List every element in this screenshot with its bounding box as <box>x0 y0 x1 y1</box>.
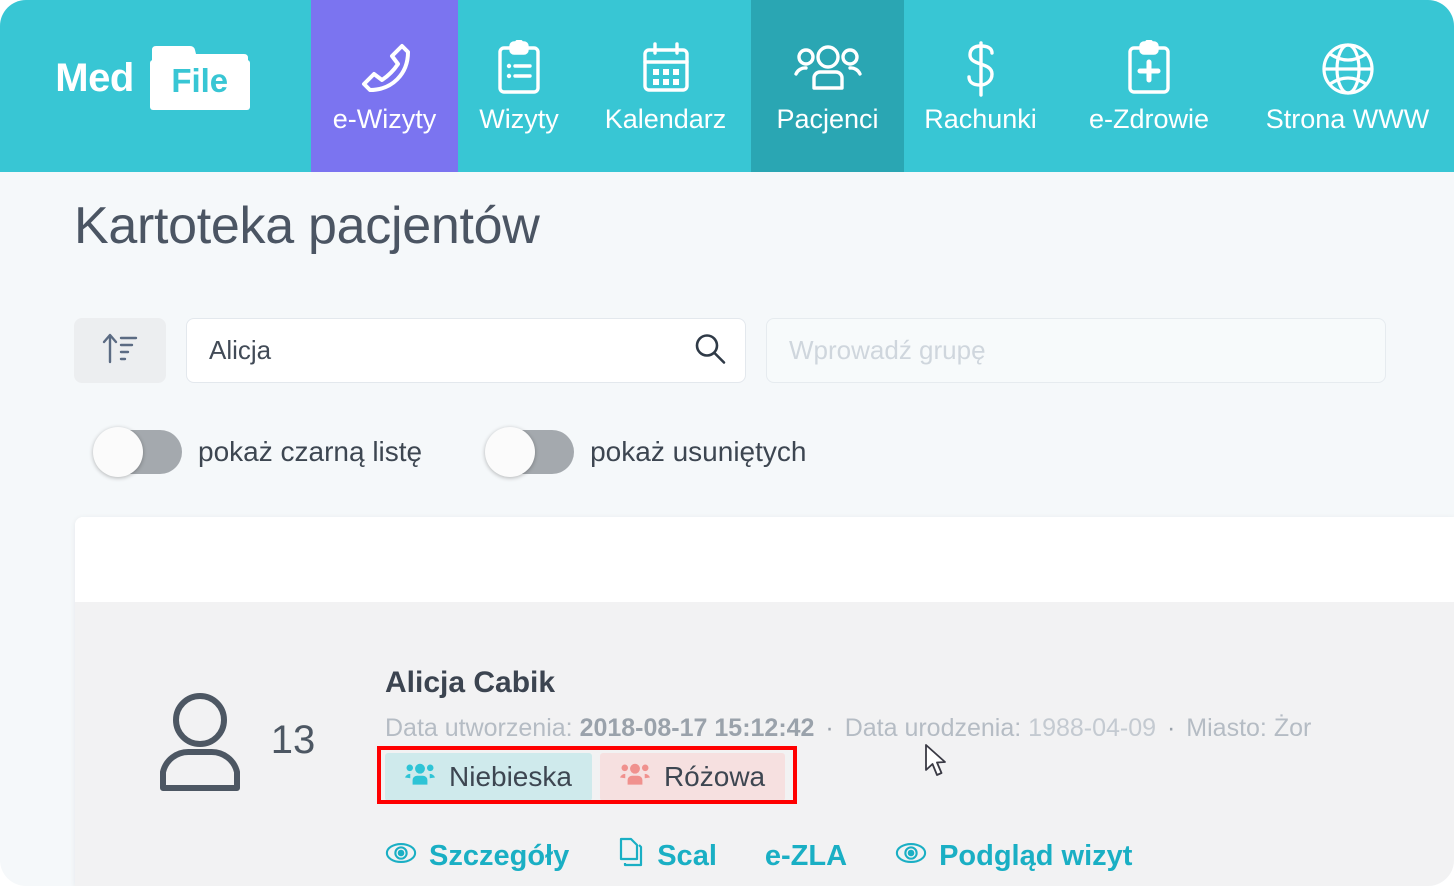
phone-call-icon <box>358 37 412 101</box>
clipboard-cross-icon <box>1124 37 1174 101</box>
patient-avatar-column: 13 <box>75 636 385 886</box>
toggle-deleted-label: pokaż usuniętych <box>590 436 807 467</box>
meta-separator: · <box>1167 714 1176 742</box>
action-label: Szczegóły <box>429 839 570 872</box>
search-field-wrapper[interactable] <box>186 318 746 383</box>
patient-list-item[interactable]: 13 Alicja Cabik Data utworzenia: 2018-08… <box>75 602 1454 886</box>
nav-label-e-zdrowie: e-Zdrowie <box>1088 104 1210 135</box>
meta-separator: · <box>825 714 834 742</box>
eye-icon <box>385 840 417 873</box>
filter-toolbar <box>74 318 1386 383</box>
toggle-deleted-switch[interactable] <box>485 427 575 477</box>
action-label: Podgląd wizyt <box>939 839 1133 872</box>
group-tag-label: Różowa <box>663 761 766 792</box>
toggle-knob <box>93 427 143 477</box>
group-tag-rozowa[interactable]: Różowa <box>599 753 786 801</box>
results-card-header <box>75 517 1454 602</box>
nav-label-e-wizyty: e-Wizyty <box>332 104 437 135</box>
patient-detail-column: Alicja Cabik Data utworzenia: 2018-08-17… <box>377 636 1454 886</box>
page-title: Kartoteka pacjentów <box>74 197 540 255</box>
brand-file-label: File <box>171 62 229 99</box>
top-navigation-bar: Med File e-Wizyty Wizyty Kalendarz Pacje… <box>0 0 1454 172</box>
patient-count: 13 <box>270 718 316 762</box>
nav-item-pacjenci[interactable]: Pacjenci <box>751 0 904 172</box>
toggle-blacklist-switch[interactable] <box>93 427 182 477</box>
city-label: Miasto: <box>1186 714 1267 742</box>
action-label: Scal <box>657 839 717 872</box>
nav-label-strona-www: Strona WWW <box>1265 104 1430 135</box>
dollar-icon <box>959 37 1003 101</box>
search-icon[interactable] <box>693 331 727 370</box>
nav-label-wizyty: Wizyty <box>479 104 559 135</box>
nav-item-e-zdrowie[interactable]: e-Zdrowie <box>1057 0 1241 172</box>
patient-group-tags: Niebieska Różowa <box>377 746 797 804</box>
user-avatar-icon <box>145 684 255 799</box>
app-window: Med File e-Wizyty Wizyty Kalendarz Pacje… <box>0 0 1454 886</box>
patient-meta-line: Data utworzenia: 2018-08-17 15:12:42 · D… <box>385 714 1454 743</box>
action-label: e-ZLA <box>764 839 848 872</box>
brand-file-badge: File <box>144 42 256 114</box>
copy-documents-icon <box>617 837 645 875</box>
users-group-icon <box>619 761 650 793</box>
city-value: Żor <box>1273 714 1312 742</box>
action-e-zla[interactable]: e-ZLA <box>765 840 847 873</box>
toggle-blacklist[interactable]: pokaż czarną listę <box>93 427 423 477</box>
sort-ascending-icon <box>101 331 139 370</box>
patient-name: Alicja Cabik <box>385 666 556 699</box>
brand-name: Med <box>55 56 134 100</box>
birth-label: Data urodzenia: <box>844 714 1022 742</box>
toggle-knob <box>485 427 536 477</box>
eye-icon <box>895 840 927 873</box>
created-value: 2018-08-17 15:12:42 <box>579 714 815 742</box>
toggle-deleted[interactable]: pokaż usuniętych <box>485 427 807 477</box>
nav-item-strona-www[interactable]: Strona WWW <box>1241 0 1454 172</box>
group-tag-niebieska[interactable]: Niebieska <box>385 753 592 801</box>
action-podglad-wizyt[interactable]: Podgląd wizyt <box>895 840 1132 873</box>
nav-label-rachunki: Rachunki <box>924 104 1037 135</box>
nav-item-e-wizyty[interactable]: e-Wizyty <box>311 0 458 172</box>
patient-action-links: Szczegóły Scal e-ZLA Podgląd wizyt <box>385 837 1454 875</box>
clipboard-list-icon <box>494 37 544 101</box>
nav-label-pacjenci: Pacjenci <box>776 104 879 135</box>
globe-icon <box>1320 37 1376 101</box>
search-input[interactable] <box>187 319 745 382</box>
birth-value: 1988-04-09 <box>1028 714 1157 742</box>
group-tag-label: Niebieska <box>449 761 572 792</box>
group-input[interactable] <box>767 319 1385 382</box>
sort-button[interactable] <box>74 318 166 383</box>
nav-item-rachunki[interactable]: Rachunki <box>904 0 1057 172</box>
calendar-icon <box>640 37 692 101</box>
toggle-blacklist-label: pokaż czarną listę <box>198 436 423 467</box>
nav-item-kalendarz[interactable]: Kalendarz <box>580 0 751 172</box>
created-label: Data utworzenia: <box>385 714 573 742</box>
group-field-wrapper[interactable] <box>766 318 1386 383</box>
nav-item-wizyty[interactable]: Wizyty <box>458 0 580 172</box>
toggle-filters: pokaż czarną listę pokaż usuniętych <box>93 427 807 477</box>
patients-results-card: 13 Alicja Cabik Data utworzenia: 2018-08… <box>75 517 1454 886</box>
action-scal[interactable]: Scal <box>617 837 717 875</box>
brand-logo[interactable]: Med File <box>0 0 311 172</box>
nav-label-kalendarz: Kalendarz <box>604 104 727 135</box>
users-group-icon <box>793 37 862 101</box>
action-szczegoly[interactable]: Szczegóły <box>385 840 569 873</box>
users-group-icon <box>405 761 435 793</box>
